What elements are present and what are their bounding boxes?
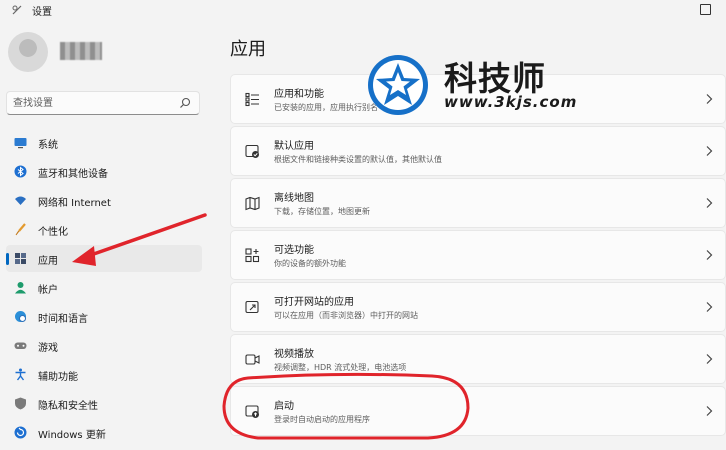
watermark-url: www.3kjs.com [444, 93, 578, 111]
chevron-right-icon [706, 250, 713, 260]
person-icon [15, 282, 26, 294]
sidebar-item-accounts[interactable]: 帐户 [6, 274, 202, 301]
card-title: 默认应用 [274, 141, 314, 152]
sidebar-item-accessibility[interactable]: 辅助功能 [6, 361, 202, 388]
open-in-app-icon [245, 300, 259, 314]
sidebar-item-system[interactable]: 系统 [6, 129, 202, 156]
video-icon [245, 354, 260, 365]
card-title: 可打开网站的应用 [274, 297, 354, 308]
annotation-arrow [72, 213, 207, 266]
selection-indicator [6, 253, 9, 265]
title-bar: 设置 [0, 0, 726, 22]
bluetooth-icon [14, 165, 27, 178]
window-title: 设置 [32, 7, 52, 18]
avatar [8, 32, 48, 72]
card-subtitle: 根据文件和链接种类设置的默认值，其他默认值 [274, 155, 442, 164]
shield-icon [15, 397, 26, 410]
card-default-apps[interactable]: 默认应用 根据文件和链接种类设置的默认值，其他默认值 [230, 126, 726, 176]
annotation-circle [222, 372, 470, 440]
sidebar-item-time-language[interactable]: 时间和语言 [6, 303, 202, 330]
sidebar-item-label: 应用 [38, 256, 58, 267]
search-input[interactable] [13, 96, 173, 110]
brush-icon [15, 223, 26, 236]
globe-clock-icon [15, 311, 26, 322]
card-subtitle: 下载，存储位置，地图更新 [274, 207, 370, 216]
page-title: 应用 [230, 39, 266, 60]
sidebar-item-label: 时间和语言 [38, 314, 88, 325]
card-subtitle: 你的设备的额外功能 [274, 259, 346, 268]
map-icon [245, 196, 260, 211]
add-apps-icon [245, 248, 260, 263]
sidebar-item-label: 辅助功能 [38, 372, 78, 383]
gamepad-icon [14, 342, 27, 349]
search-box[interactable] [6, 91, 200, 115]
search-icon[interactable] [179, 97, 191, 109]
chevron-right-icon [706, 198, 713, 208]
card-apps-for-websites[interactable]: 可打开网站的应用 可以在应用（而非浏览器）中打开的网站 [230, 282, 726, 332]
sidebar-item-label: 隐私和安全性 [38, 401, 98, 412]
monitor-icon [14, 138, 27, 149]
maximize-icon [700, 4, 711, 15]
card-offline-maps[interactable]: 离线地图 下载，存储位置，地图更新 [230, 178, 726, 228]
card-title: 可选功能 [274, 245, 314, 256]
sidebar-item-label: 系统 [38, 140, 58, 151]
sidebar-item-label: 帐户 [38, 285, 58, 296]
accessibility-icon [15, 368, 26, 381]
chevron-right-icon [706, 146, 713, 156]
sidebar-item-label: Windows 更新 [38, 430, 106, 441]
default-app-icon [245, 144, 259, 158]
card-subtitle: 可以在应用（而非浏览器）中打开的网站 [274, 311, 418, 320]
sidebar-item-label: 游戏 [38, 343, 58, 354]
apps-icon [15, 253, 26, 264]
list-icon [245, 92, 259, 107]
chevron-right-icon [706, 302, 713, 312]
card-title: 应用和功能 [274, 89, 324, 100]
chevron-right-icon [706, 94, 713, 104]
sidebar-item-label: 网络和 Internet [38, 198, 111, 209]
card-title: 离线地图 [274, 193, 314, 204]
settings-app-icon [12, 5, 22, 15]
sidebar-item-windows-update[interactable]: Windows 更新 [6, 419, 202, 446]
maximize-button[interactable] [684, 0, 726, 22]
sidebar-item-gaming[interactable]: 游戏 [6, 332, 202, 359]
user-name-blurred [60, 42, 102, 60]
update-icon [14, 426, 27, 439]
sidebar-item-bluetooth[interactable]: 蓝牙和其他设备 [6, 158, 202, 185]
chevron-right-icon [706, 406, 713, 416]
card-optional-features[interactable]: 可选功能 你的设备的额外功能 [230, 230, 726, 280]
sidebar-item-label: 蓝牙和其他设备 [38, 169, 108, 180]
sidebar-item-privacy[interactable]: 隐私和安全性 [6, 390, 202, 417]
chevron-right-icon [706, 354, 713, 364]
card-title: 视频播放 [274, 349, 314, 360]
wifi-icon [15, 196, 26, 205]
